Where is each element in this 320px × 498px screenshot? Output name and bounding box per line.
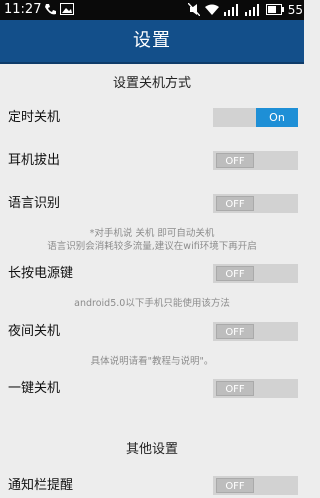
status-bar: 11:27 55 (0, 0, 304, 20)
night-shutdown-toggle[interactable]: OFF (213, 322, 298, 341)
clock: 11:27 (4, 2, 42, 17)
toggle-state: OFF (216, 266, 254, 281)
setting-label: 语言识别 (8, 196, 61, 211)
setting-label: 夜间关机 (8, 324, 61, 339)
voice-recognition-toggle[interactable]: OFF (213, 194, 298, 213)
setting-row-timed-shutdown[interactable]: 定时关机 On (0, 106, 304, 130)
setting-row-one-key-shutdown[interactable]: 一键关机 OFF (0, 377, 304, 401)
signal-icon (224, 3, 240, 16)
battery-icon (266, 4, 284, 15)
setting-row-headphone-unplug[interactable]: 耳机拔出 OFF (0, 149, 304, 173)
gallery-icon (60, 3, 74, 16)
setting-row-voice-recognition[interactable]: 语言识别 OFF (0, 192, 304, 216)
timed-shutdown-toggle[interactable]: On (213, 108, 298, 127)
long-press-power-toggle[interactable]: OFF (213, 264, 298, 283)
section-header-other-settings: 其他设置 (125, 442, 178, 457)
battery-percent: 55 (287, 3, 303, 17)
setting-row-notification-reminder[interactable]: 通知栏提醒 OFF (0, 474, 304, 498)
setting-label: 长按电源键 (8, 266, 74, 281)
setting-label: 一键关机 (8, 381, 61, 396)
voice-recognition-note-1: *对手机说 关机 即可自动关机 (89, 228, 215, 239)
setting-row-long-press-power[interactable]: 长按电源键 OFF (0, 262, 304, 286)
setting-label: 耳机拔出 (8, 153, 61, 168)
title-bar: 设置 (0, 20, 304, 64)
night-shutdown-note: 具体说明请看"教程与说明"。 (90, 356, 214, 367)
wifi-icon (205, 4, 219, 16)
toggle-state: OFF (216, 381, 254, 396)
toggle-state: OFF (216, 196, 254, 211)
long-press-power-note: android5.0以下手机只能使用该方法 (74, 298, 230, 309)
setting-label: 定时关机 (8, 110, 61, 125)
mute-icon (188, 3, 200, 16)
signal-icon (245, 3, 261, 16)
one-key-shutdown-toggle[interactable]: OFF (213, 379, 298, 398)
voice-recognition-note-2: 语言识别会消耗较多流量,建议在wifi环境下再开启 (47, 241, 257, 252)
phone-icon (44, 3, 56, 16)
setting-label: 通知栏提醒 (8, 478, 74, 493)
setting-row-night-shutdown[interactable]: 夜间关机 OFF (0, 320, 304, 344)
headphone-unplug-toggle[interactable]: OFF (213, 151, 298, 170)
toggle-state: OFF (216, 478, 254, 493)
toggle-state: OFF (216, 153, 254, 168)
toggle-state: On (256, 108, 298, 127)
toggle-state: OFF (216, 324, 254, 339)
notification-reminder-toggle[interactable]: OFF (213, 476, 298, 495)
page-title: 设置 (133, 30, 171, 51)
section-header-shutdown-methods: 设置关机方式 (112, 76, 191, 91)
